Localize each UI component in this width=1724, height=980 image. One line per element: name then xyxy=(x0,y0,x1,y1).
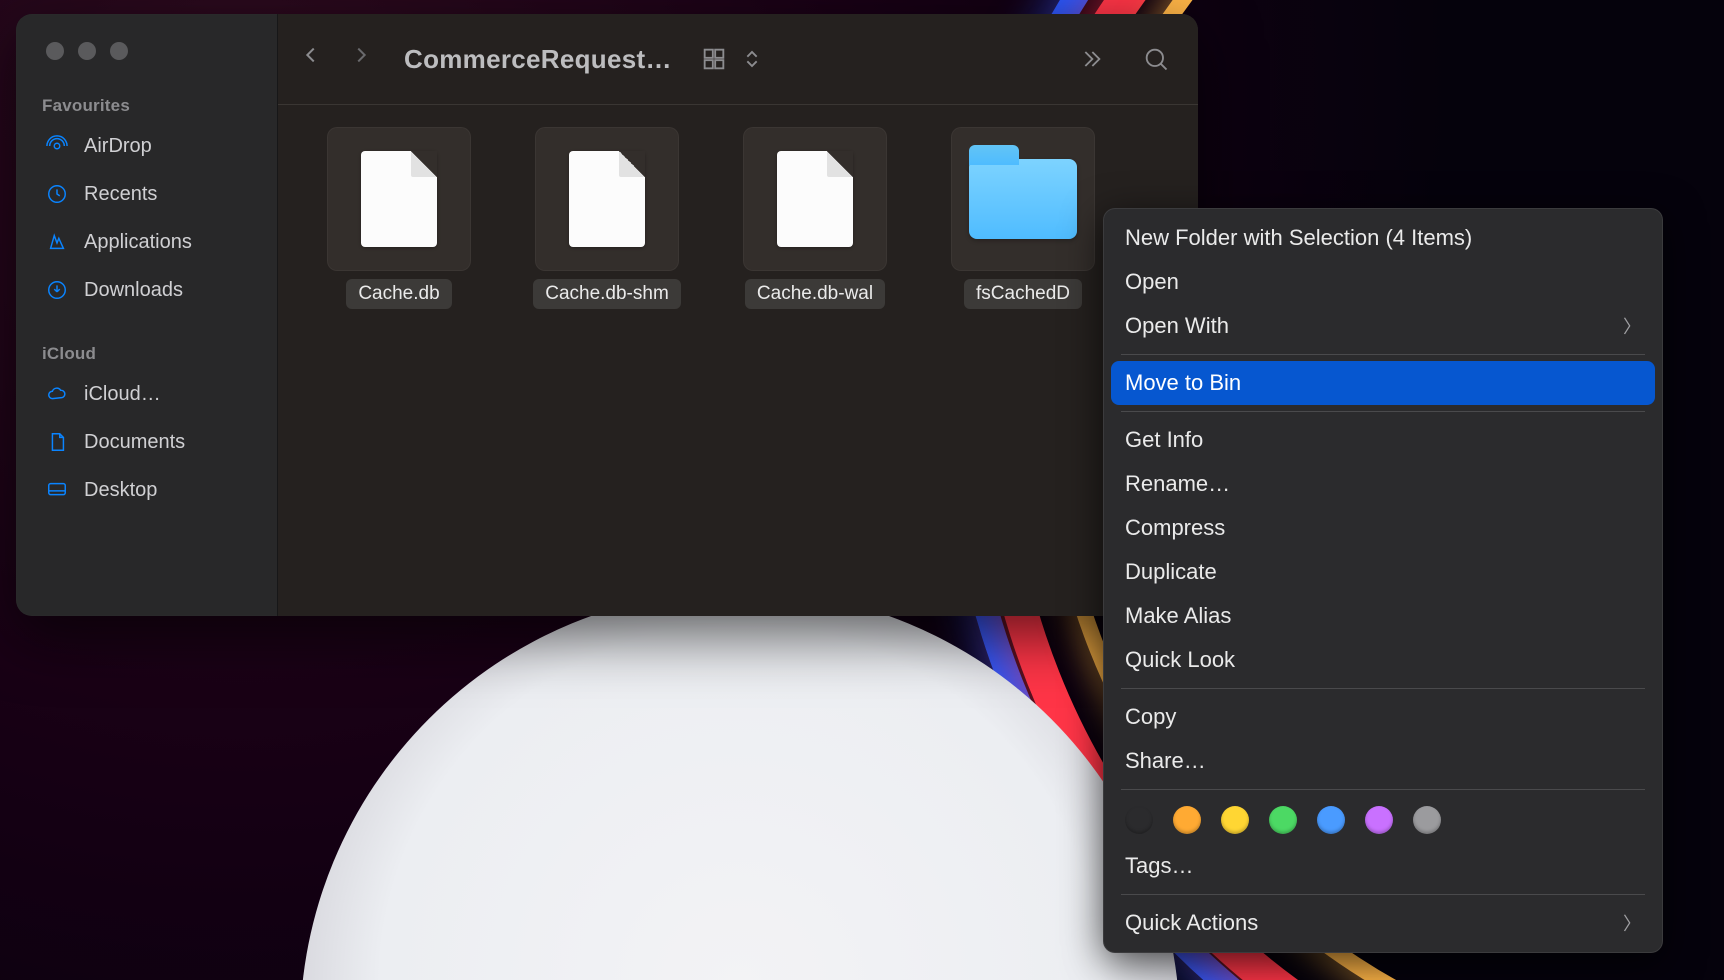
finder-window: Favourites AirDrop Recents Applications … xyxy=(16,14,1198,616)
cm-item-label: New Folder with Selection (4 Items) xyxy=(1125,225,1472,251)
cm-tag-colors xyxy=(1111,796,1655,844)
sidebar-item-desktop[interactable]: Desktop xyxy=(28,468,265,512)
view-style-control[interactable] xyxy=(700,45,766,73)
sidebar-item-downloads[interactable]: Downloads xyxy=(28,268,265,312)
sidebar-item-label: AirDrop xyxy=(84,135,255,158)
tag-red[interactable] xyxy=(1125,806,1153,834)
sidebar-item-label: Recents xyxy=(84,183,255,206)
file-label: Cache.db-shm xyxy=(533,279,681,309)
cm-share[interactable]: Share… xyxy=(1111,739,1655,783)
cm-rename[interactable]: Rename… xyxy=(1111,462,1655,506)
file-label: Cache.db-wal xyxy=(745,279,885,309)
cm-separator xyxy=(1121,789,1645,790)
file-label: fsCachedD xyxy=(964,279,1082,309)
tag-orange[interactable] xyxy=(1173,806,1201,834)
sidebar-item-label: Applications xyxy=(84,231,255,254)
file-icon xyxy=(743,127,887,271)
cm-tags[interactable]: Tags… xyxy=(1111,844,1655,888)
cm-new-folder-selection[interactable]: New Folder with Selection (4 Items) xyxy=(1111,216,1655,260)
nav-forward-button[interactable] xyxy=(350,41,372,77)
tag-green[interactable] xyxy=(1269,806,1297,834)
folder-icon xyxy=(951,127,1095,271)
document-icon xyxy=(44,429,70,455)
sidebar-item-documents[interactable]: Documents xyxy=(28,420,265,464)
zoom-button[interactable] xyxy=(110,42,128,60)
cm-move-to-bin[interactable]: Move to Bin xyxy=(1111,361,1655,405)
cm-item-label: Copy xyxy=(1125,704,1176,730)
folder-title: CommerceRequest… xyxy=(404,44,674,75)
chevron-right-icon: 〉 xyxy=(1623,910,1641,936)
file-item[interactable]: Cache.db-shm xyxy=(522,127,692,309)
sidebar-item-airdrop[interactable]: AirDrop xyxy=(28,124,265,168)
sidebar-item-label: Desktop xyxy=(84,479,255,502)
chevron-right-icon: 〉 xyxy=(1623,313,1641,339)
cm-quick-actions[interactable]: Quick Actions 〉 xyxy=(1111,901,1655,945)
cm-item-label: Share… xyxy=(1125,748,1206,774)
sidebar-item-label: Downloads xyxy=(84,279,255,302)
sidebar-section-favourites: Favourites xyxy=(42,96,265,116)
sidebar-item-recents[interactable]: Recents xyxy=(28,172,265,216)
sidebar-item-label: Documents xyxy=(84,431,255,454)
file-item[interactable]: fsCachedD xyxy=(938,127,1108,309)
file-icon xyxy=(535,127,679,271)
tag-grey[interactable] xyxy=(1413,806,1441,834)
cm-separator xyxy=(1121,894,1645,895)
context-menu: New Folder with Selection (4 Items) Open… xyxy=(1103,208,1663,953)
cm-open-with[interactable]: Open With 〉 xyxy=(1111,304,1655,348)
applications-icon xyxy=(44,229,70,255)
file-label: Cache.db xyxy=(346,279,451,309)
icon-view-icon xyxy=(700,45,728,73)
file-icon xyxy=(327,127,471,271)
cm-item-label: Open xyxy=(1125,269,1179,295)
file-item[interactable]: Cache.db xyxy=(314,127,484,309)
cm-separator xyxy=(1121,411,1645,412)
finder-toolbar: CommerceRequest… xyxy=(278,14,1198,105)
cloud-icon xyxy=(44,381,70,407)
cm-get-info[interactable]: Get Info xyxy=(1111,418,1655,462)
cm-item-label: Quick Look xyxy=(1125,647,1235,673)
cm-quick-look[interactable]: Quick Look xyxy=(1111,638,1655,682)
cm-make-alias[interactable]: Make Alias xyxy=(1111,594,1655,638)
cm-item-label: Make Alias xyxy=(1125,603,1231,629)
cm-separator xyxy=(1121,688,1645,689)
finder-sidebar: Favourites AirDrop Recents Applications … xyxy=(16,14,278,616)
chevron-up-down-icon xyxy=(738,45,766,73)
sidebar-item-icloud[interactable]: iCloud… xyxy=(28,372,265,416)
window-controls xyxy=(46,42,265,60)
cm-item-label: Move to Bin xyxy=(1125,370,1241,396)
download-icon xyxy=(44,277,70,303)
cm-copy[interactable]: Copy xyxy=(1111,695,1655,739)
sidebar-item-applications[interactable]: Applications xyxy=(28,220,265,264)
clock-icon xyxy=(44,181,70,207)
cm-item-label: Rename… xyxy=(1125,471,1230,497)
sidebar-section-icloud: iCloud xyxy=(42,344,265,364)
cm-item-label: Tags… xyxy=(1125,853,1193,879)
desktop-icon xyxy=(44,477,70,503)
airdrop-icon xyxy=(44,133,70,159)
minimize-button[interactable] xyxy=(78,42,96,60)
cm-open[interactable]: Open xyxy=(1111,260,1655,304)
tag-purple[interactable] xyxy=(1365,806,1393,834)
cm-item-label: Compress xyxy=(1125,515,1225,541)
search-button[interactable] xyxy=(1142,45,1170,73)
cm-item-label: Open With xyxy=(1125,313,1229,339)
nav-back-button[interactable] xyxy=(300,41,322,77)
close-button[interactable] xyxy=(46,42,64,60)
cm-separator xyxy=(1121,354,1645,355)
cm-duplicate[interactable]: Duplicate xyxy=(1111,550,1655,594)
cm-item-label: Quick Actions xyxy=(1125,910,1258,936)
cm-compress[interactable]: Compress xyxy=(1111,506,1655,550)
tag-yellow[interactable] xyxy=(1221,806,1249,834)
file-grid[interactable]: Cache.db Cache.db-shm Cache.db-wal fsCac… xyxy=(278,105,1198,616)
cm-item-label: Get Info xyxy=(1125,427,1203,453)
sidebar-item-label: iCloud… xyxy=(84,383,255,406)
cm-item-label: Duplicate xyxy=(1125,559,1217,585)
toolbar-overflow-button[interactable] xyxy=(1076,45,1104,73)
finder-main: CommerceRequest… Cache.db xyxy=(278,14,1198,616)
tag-blue[interactable] xyxy=(1317,806,1345,834)
file-item[interactable]: Cache.db-wal xyxy=(730,127,900,309)
